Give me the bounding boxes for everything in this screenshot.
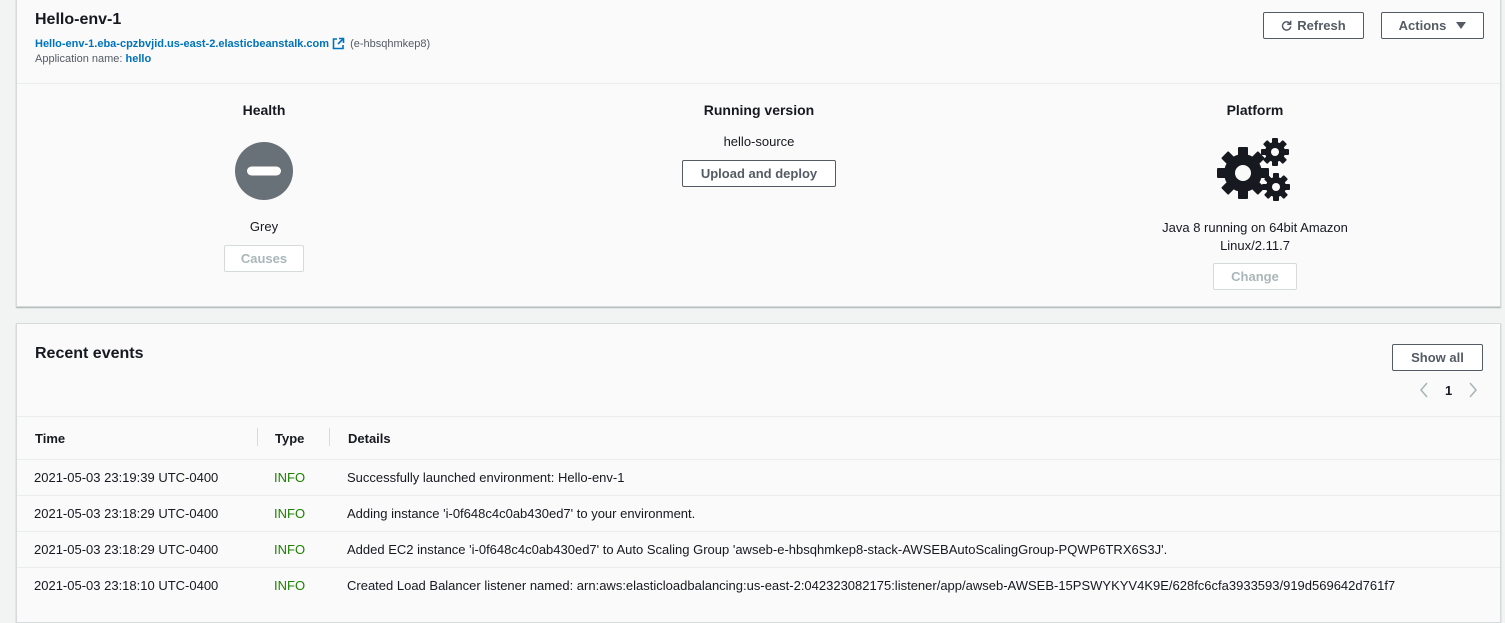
platform-title: Platform <box>1226 102 1284 118</box>
event-details: Added EC2 instance 'i-0f648c4c0ab430ed7'… <box>347 542 1168 557</box>
running-version-value: hello-source <box>723 134 795 149</box>
health-title: Health <box>242 102 286 118</box>
application-name-label: Application name: <box>35 53 123 65</box>
environment-url-link[interactable]: Hello-env-1.eba-cpzbvjid.us-east-2.elast… <box>35 38 329 50</box>
environment-overview-panel: Hello-env-1 Hello-env-1.eba-cpzbvjid.us-… <box>16 0 1501 307</box>
events-header-divider <box>17 416 1500 417</box>
event-time: 2021-05-03 23:19:39 UTC-0400 <box>34 470 219 485</box>
platform-line-1: Java 8 running on 64bit Amazon <box>1162 220 1348 235</box>
page-number[interactable]: 1 <box>1445 383 1452 398</box>
health-status: Grey <box>249 219 279 234</box>
change-platform-button[interactable]: Change <box>1213 263 1297 290</box>
column-resizer[interactable] <box>329 428 330 446</box>
event-type: INFO <box>274 542 306 557</box>
environment-name: Hello-env-1 <box>35 11 122 28</box>
actions-button[interactable]: Actions <box>1381 12 1484 39</box>
event-time: 2021-05-03 23:18:29 UTC-0400 <box>34 506 219 521</box>
health-grey-icon <box>234 141 294 201</box>
recent-events-title: Recent events <box>35 345 144 362</box>
application-name-row: Application name: hello <box>35 53 151 65</box>
external-link-icon[interactable] <box>332 37 345 53</box>
environment-id: (e-hbsqhmkep8) <box>350 38 431 50</box>
show-all-button[interactable]: Show all <box>1392 344 1483 371</box>
actions-label: Actions <box>1398 18 1447 33</box>
show-all-label: Show all <box>1411 350 1464 365</box>
column-header-details[interactable]: Details <box>348 431 391 446</box>
application-name-link[interactable]: hello <box>126 53 152 65</box>
column-header-time[interactable]: Time <box>35 431 65 446</box>
table-row: 2021-05-03 23:19:39 UTC-0400 INFO Succes… <box>17 459 1500 495</box>
refresh-button[interactable]: Refresh <box>1263 12 1364 39</box>
column-header-type[interactable]: Type <box>275 431 304 446</box>
causes-label: Causes <box>240 251 288 266</box>
pagination: 1 <box>1419 381 1478 399</box>
upload-and-deploy-label: Upload and deploy <box>700 166 818 181</box>
event-time: 2021-05-03 23:18:10 UTC-0400 <box>34 578 219 593</box>
running-version-title: Running version <box>703 102 815 118</box>
event-details: Created Load Balancer listener named: ar… <box>347 578 1396 593</box>
change-platform-label: Change <box>1231 269 1279 284</box>
platform-line-2: Linux/2.11.7 <box>1220 238 1290 253</box>
refresh-label: Refresh <box>1297 18 1346 33</box>
table-row: 2021-05-03 23:18:29 UTC-0400 INFO Adding… <box>17 495 1500 531</box>
gears-icon <box>1217 137 1293 203</box>
event-details: Successfully launched environment: Hello… <box>347 470 625 485</box>
caret-down-icon <box>1456 22 1467 29</box>
event-type: INFO <box>274 506 306 521</box>
header-divider <box>17 83 1500 84</box>
event-time: 2021-05-03 23:18:29 UTC-0400 <box>34 542 219 557</box>
table-row: 2021-05-03 23:18:29 UTC-0400 INFO Added … <box>17 531 1500 567</box>
causes-button[interactable]: Causes <box>224 245 304 272</box>
event-type: INFO <box>274 470 306 485</box>
column-resizer[interactable] <box>257 428 258 446</box>
upload-and-deploy-button[interactable]: Upload and deploy <box>682 160 836 187</box>
chevron-left-icon[interactable] <box>1419 382 1429 398</box>
refresh-icon <box>1281 20 1292 31</box>
recent-events-panel: Recent events Show all 1 Time Type Detai… <box>16 323 1501 623</box>
chevron-right-icon[interactable] <box>1468 382 1478 398</box>
table-row: 2021-05-03 23:18:10 UTC-0400 INFO Create… <box>17 567 1500 603</box>
environment-url-row: Hello-env-1.eba-cpzbvjid.us-east-2.elast… <box>35 37 430 53</box>
event-details: Adding instance 'i-0f648c4c0ab430ed7' to… <box>347 506 696 521</box>
platform-description: Java 8 running on 64bit Amazon Linux/2.1… <box>1125 219 1385 255</box>
event-type: INFO <box>274 578 306 593</box>
